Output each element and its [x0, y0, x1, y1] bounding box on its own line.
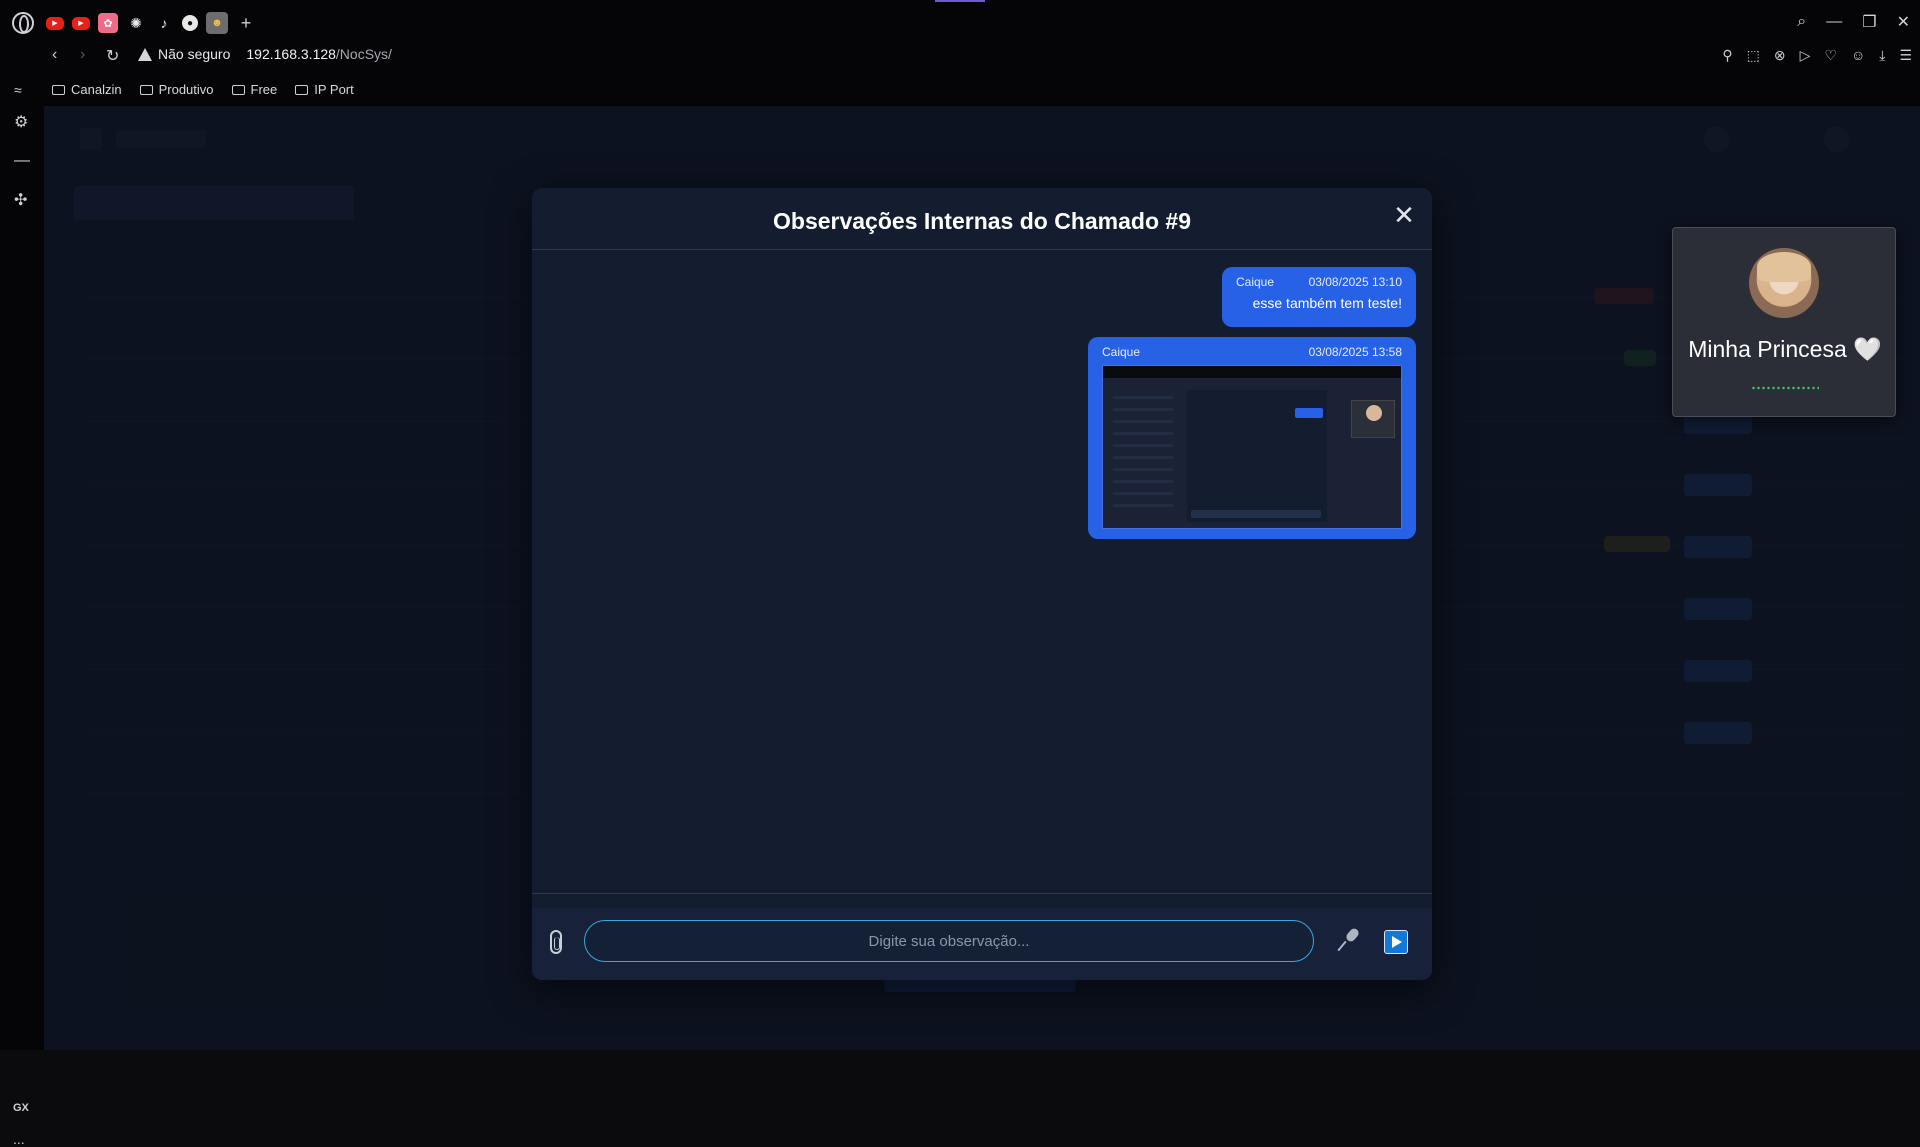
tiktok-tab-icon[interactable]: ♪	[154, 13, 174, 33]
message-bubble: Caique 03/08/2025 13:58	[1088, 337, 1416, 539]
contact-name: Minha Princesa 🤍	[1688, 336, 1882, 362]
avatar	[1749, 248, 1819, 318]
adblock-icon[interactable]: ⊗	[1774, 47, 1786, 64]
bookmark-label: Free	[250, 82, 278, 97]
browser-chrome: ▶ ▶ ✿ ✺ ♪ ● ☻ + ⌕ — ❐ ✕ ‹ › ↻ Não seguro…	[0, 0, 1920, 106]
footer-divider	[532, 893, 1432, 894]
observations-modal: Observações Internas do Chamado #9 ✕ Cai…	[532, 188, 1432, 980]
github-tab-icon[interactable]: ●	[182, 15, 198, 31]
paperclip-icon[interactable]	[550, 930, 562, 954]
composer	[532, 908, 1432, 980]
opera-logo-icon[interactable]	[12, 12, 34, 34]
new-tab-icon[interactable]: +	[236, 13, 256, 33]
url-field[interactable]: Não seguro 192.168.3.128/NocSys/	[138, 46, 392, 62]
bookmark-folder[interactable]: Produtivo	[139, 82, 214, 97]
close-window-icon[interactable]: ✕	[1897, 12, 1910, 32]
pin-icon[interactable]: ⚲	[1722, 47, 1732, 64]
url-text[interactable]: 192.168.3.128/NocSys/	[246, 46, 392, 62]
thumbnail-bubble	[1295, 408, 1323, 418]
microphone-icon[interactable]	[1337, 926, 1362, 952]
modal-header: Observações Internas do Chamado #9 ✕	[532, 188, 1432, 250]
tab-bar: ▶ ▶ ✿ ✺ ♪ ● ☻ + ⌕ — ❐ ✕	[0, 0, 1920, 42]
message-image-attachment[interactable]	[1102, 365, 1402, 529]
window-controls: ⌕ — ❐ ✕	[1797, 12, 1910, 32]
sidebar-toggle-icon[interactable]: ≈	[14, 82, 22, 98]
security-label: Não seguro	[158, 46, 231, 62]
thumbnail-rows	[1113, 396, 1173, 516]
bookmark-folder[interactable]: Canalzin	[52, 82, 122, 97]
messages-list: Caique 03/08/2025 13:10 esse também tem …	[532, 251, 1432, 893]
divider-icon: —	[14, 152, 30, 169]
browser-sidebar: ⚙ — ✣ GX ...	[0, 106, 44, 1147]
extensions-icon[interactable]: ⚙	[14, 112, 28, 132]
snapshot-icon[interactable]: ⬚	[1747, 47, 1760, 64]
active-tab-icon[interactable]: ☻	[206, 12, 228, 34]
heart-icon[interactable]: ♡	[1824, 47, 1837, 64]
send-button[interactable]	[1384, 930, 1408, 954]
youtube-tab-icon[interactable]: ▶	[46, 16, 64, 30]
thumbnail-input	[1191, 510, 1321, 518]
more-icon[interactable]: ...	[13, 1131, 25, 1147]
toolbar-tools: ⚲ ⬚ ⊗ ▷ ♡ ☺ ⤓ ☰	[1722, 47, 1912, 64]
folder-icon	[295, 84, 309, 95]
folder-icon	[231, 84, 245, 95]
cube-icon[interactable]: ✣	[14, 190, 27, 210]
thumbnail-card	[1351, 400, 1395, 438]
thumbnail-avatar	[1366, 405, 1382, 421]
search-icon[interactable]: ⌕	[1797, 13, 1806, 31]
address-bar: ‹ › ↻ Não seguro 192.168.3.128/NocSys/ ⚲…	[0, 42, 1920, 68]
bookmarks-bar: ≈ Canalzin Produtivo Free IP Port	[0, 78, 1920, 100]
message-timestamp: 03/08/2025 13:58	[1308, 345, 1402, 359]
restore-icon[interactable]: ❐	[1862, 12, 1876, 32]
reload-icon[interactable]: ↻	[106, 46, 119, 66]
bookmark-label: Produtivo	[158, 82, 214, 97]
message-header: Caique 03/08/2025 13:58	[1102, 345, 1402, 359]
thumbnail-modal	[1187, 390, 1327, 522]
message-bubble: Caique 03/08/2025 13:10 esse também tem …	[1222, 267, 1416, 327]
audio-level-indicator	[1751, 386, 1819, 390]
tab-strip: ▶ ▶ ✿ ✺ ♪ ● ☻ +	[46, 12, 256, 34]
player-icon[interactable]: ▷	[1800, 47, 1811, 64]
account-icon[interactable]: ☺	[1851, 47, 1865, 64]
message-timestamp: 03/08/2025 13:10	[1308, 275, 1402, 289]
close-button[interactable]: ✕	[1392, 202, 1416, 228]
bookmark-label: Canalzin	[71, 82, 122, 97]
observation-input[interactable]	[584, 920, 1314, 962]
warning-icon	[138, 47, 152, 61]
chatgpt-tab-icon[interactable]: ✺	[126, 13, 146, 33]
message-text: esse também tem teste!	[1252, 295, 1402, 311]
tab-accent	[935, 0, 985, 2]
folder-icon	[139, 84, 153, 95]
download-icon[interactable]: ⤓	[1879, 47, 1885, 64]
app-tab-icon[interactable]: ✿	[98, 13, 118, 33]
folder-icon	[52, 84, 65, 95]
video-call-card[interactable]: Minha Princesa 🤍	[1672, 227, 1896, 417]
bookmark-folder[interactable]: IP Port	[295, 82, 354, 97]
back-icon[interactable]: ‹	[52, 46, 57, 64]
bookmark-label: IP Port	[314, 82, 354, 97]
forward-icon[interactable]: ›	[80, 46, 85, 64]
bookmark-folder[interactable]: Free	[231, 82, 278, 97]
message-author: Caique	[1102, 345, 1141, 359]
message-author: Caique	[1236, 275, 1275, 289]
thumbnail-chrome	[1103, 366, 1401, 378]
minimize-icon[interactable]: —	[1826, 13, 1842, 31]
url-host: 192.168.3.128	[246, 46, 336, 62]
menu-icon[interactable]: ☰	[1899, 47, 1912, 64]
url-path: /NocSys/	[335, 46, 392, 62]
modal-title: Observações Internas do Chamado #9	[773, 208, 1191, 234]
youtube-tab-icon[interactable]: ▶	[72, 16, 90, 30]
gx-label[interactable]: GX	[13, 1102, 29, 1114]
message-header: Caique 03/08/2025 13:10	[1236, 275, 1402, 289]
